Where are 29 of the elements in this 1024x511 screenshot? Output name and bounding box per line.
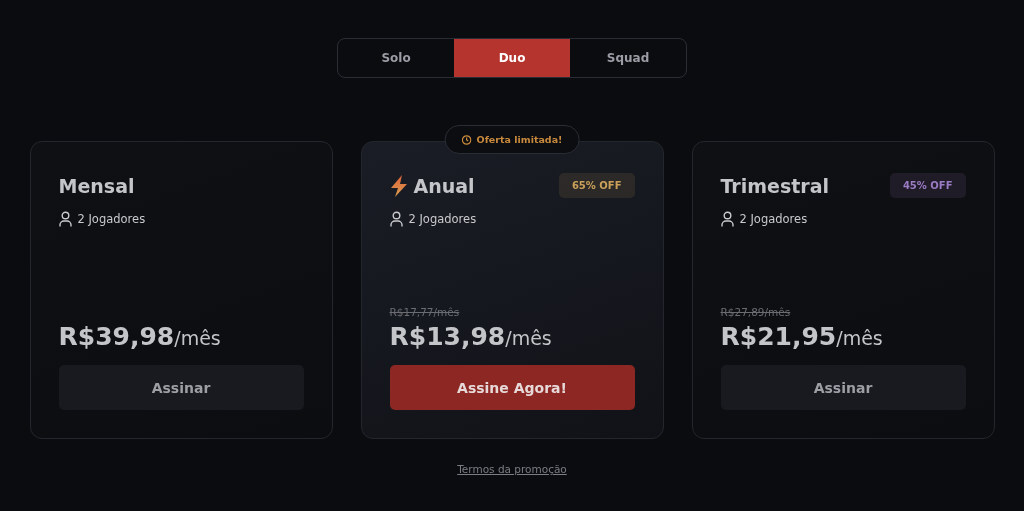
old-price: R$17,77/mês (389, 306, 460, 318)
plan-title: Mensal (58, 174, 135, 197)
price-period: /mês (174, 327, 221, 349)
clock-icon (461, 134, 472, 145)
plan-tab[interactable]: Solo (338, 39, 454, 77)
lightning-icon (389, 174, 408, 197)
price: R$39,98 (58, 322, 175, 351)
players-label: 2 Jogadores (408, 212, 477, 226)
price-period: /mês (505, 327, 552, 349)
old-price: R$27,89/mês (720, 306, 791, 318)
subscribe-button[interactable]: Assine Agora! (389, 365, 635, 410)
plan-tab[interactable]: Squad (570, 39, 686, 77)
person-icon (58, 211, 72, 227)
person-icon (389, 211, 403, 227)
plan-title: Anual (413, 174, 475, 197)
players-label: 2 Jogadores (77, 212, 146, 226)
plan-tab[interactable]: Duo (454, 39, 570, 77)
price: R$13,98 (389, 322, 506, 351)
limited-offer-badge: Oferta limitada! (444, 125, 580, 154)
discount-badge: 45% OFF (889, 173, 966, 198)
discount-badge: 65% OFF (558, 173, 635, 198)
subscribe-button[interactable]: Assinar (58, 365, 304, 410)
plan-title: Trimestral (720, 174, 830, 197)
price-period: /mês (836, 327, 883, 349)
person-icon (720, 211, 734, 227)
terms-link[interactable]: Termos da promoção (457, 463, 567, 475)
players-label: 2 Jogadores (739, 212, 808, 226)
subscribe-button[interactable]: Assinar (720, 365, 966, 410)
price: R$21,95 (720, 322, 837, 351)
